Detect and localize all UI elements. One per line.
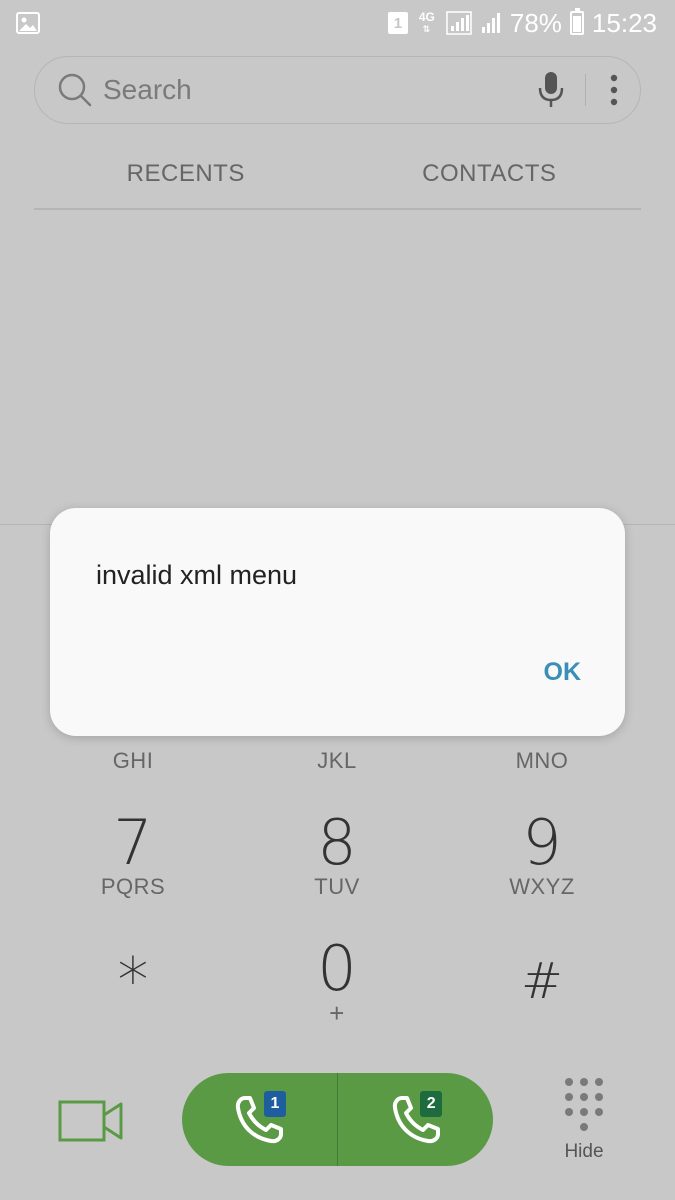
key-4-letters[interactable]: GHI <box>33 748 233 774</box>
search-divider <box>585 74 586 106</box>
search-bar[interactable]: Search <box>34 56 641 124</box>
key-7-digit: 7 <box>113 806 153 879</box>
dialog-message: invalid xml menu <box>96 560 298 590</box>
key-9-letters: WXYZ <box>509 874 575 899</box>
status-bar: 1 4G ⇅ 78% 15:23 <box>0 0 675 46</box>
key-8-letters: TUV <box>314 874 360 899</box>
keypad-icon <box>552 1078 616 1131</box>
key-star-digit: * <box>117 944 149 1017</box>
key-0-letters: + <box>329 998 345 1028</box>
more-options-icon[interactable] <box>610 74 618 106</box>
signal-strength-icon <box>446 11 472 35</box>
sim-indicator-icon: 1 <box>387 12 408 34</box>
search-icon <box>58 73 92 107</box>
hide-keypad-button[interactable]: Hide <box>552 1078 616 1178</box>
gallery-icon <box>16 12 40 34</box>
key-9-digit: 9 <box>522 806 562 879</box>
ok-button[interactable]: OK <box>544 658 582 687</box>
call-sim1-button[interactable]: 1 <box>182 1073 337 1166</box>
call-sim2-button[interactable]: 2 <box>338 1073 493 1166</box>
search-input[interactable]: Search <box>103 74 537 106</box>
key-hash-digit: # <box>521 952 563 1010</box>
key-hash[interactable]: # <box>442 950 642 1012</box>
alert-dialog: invalid xml menu OK <box>50 508 625 736</box>
network-type-label: 4G ⇅ <box>418 10 435 34</box>
sim2-badge: 2 <box>420 1091 443 1117</box>
key-7-letters: PQRS <box>100 874 166 899</box>
hide-label: Hide <box>564 1141 604 1162</box>
tab-recents[interactable]: RECENTS <box>34 140 338 208</box>
signal-strength-icon-2 <box>481 13 500 33</box>
clock: 15:23 <box>591 7 657 38</box>
tab-contacts[interactable]: CONTACTS <box>338 140 642 208</box>
key-9[interactable]: 9 WXYZ <box>442 812 642 900</box>
status-bar-right: 1 4G ⇅ 78% 15:23 <box>387 7 657 39</box>
battery-icon <box>569 8 584 35</box>
video-camera-icon[interactable] <box>58 1098 124 1144</box>
key-8-digit: 8 <box>317 806 357 879</box>
key-8[interactable]: 8 TUV <box>237 812 437 900</box>
sim1-badge: 1 <box>264 1091 286 1117</box>
key-0[interactable]: 0 + <box>237 932 437 1028</box>
key-7[interactable]: 7 PQRS <box>33 812 233 900</box>
status-bar-left <box>16 12 40 34</box>
microphone-icon[interactable] <box>537 71 565 109</box>
key-0-digit: 0 <box>317 932 357 1005</box>
call-buttons: 1 2 <box>182 1073 493 1166</box>
battery-percent: 78% <box>509 7 562 38</box>
tab-bar: RECENTS CONTACTS <box>34 140 641 210</box>
key-5-letters[interactable]: JKL <box>237 748 437 774</box>
key-star[interactable]: * <box>33 950 233 1012</box>
key-6-letters[interactable]: MNO <box>442 748 642 774</box>
